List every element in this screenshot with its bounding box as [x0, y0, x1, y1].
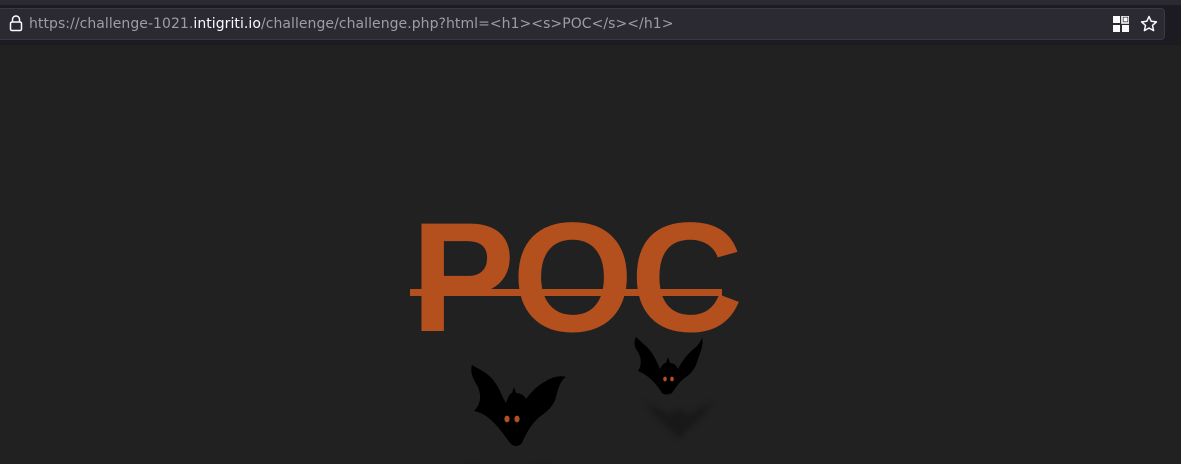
bat-icon [471, 365, 566, 446]
url-host: intigriti.io [193, 16, 261, 32]
lock-icon[interactable] [9, 14, 23, 32]
tab-strip-edge [0, 0, 1181, 5]
reader-view-icon[interactable] [1113, 16, 1129, 32]
page-content: POC [0, 45, 1181, 464]
browser-toolbar: https://challenge-1021.intigriti.io/chal… [0, 0, 1181, 45]
url-prefix: https://challenge-1021. [29, 16, 194, 32]
bookmark-star-icon[interactable] [1140, 15, 1158, 33]
url-path: /challenge/challenge.php?html=<h1><s>POC… [260, 16, 674, 32]
bat-icon [634, 337, 703, 395]
bat-shadow-icon [644, 400, 714, 440]
strikethrough-line [410, 289, 722, 296]
poc-heading: POC [411, 200, 743, 356]
url-text[interactable]: https://challenge-1021.intigriti.io/chal… [29, 15, 673, 33]
